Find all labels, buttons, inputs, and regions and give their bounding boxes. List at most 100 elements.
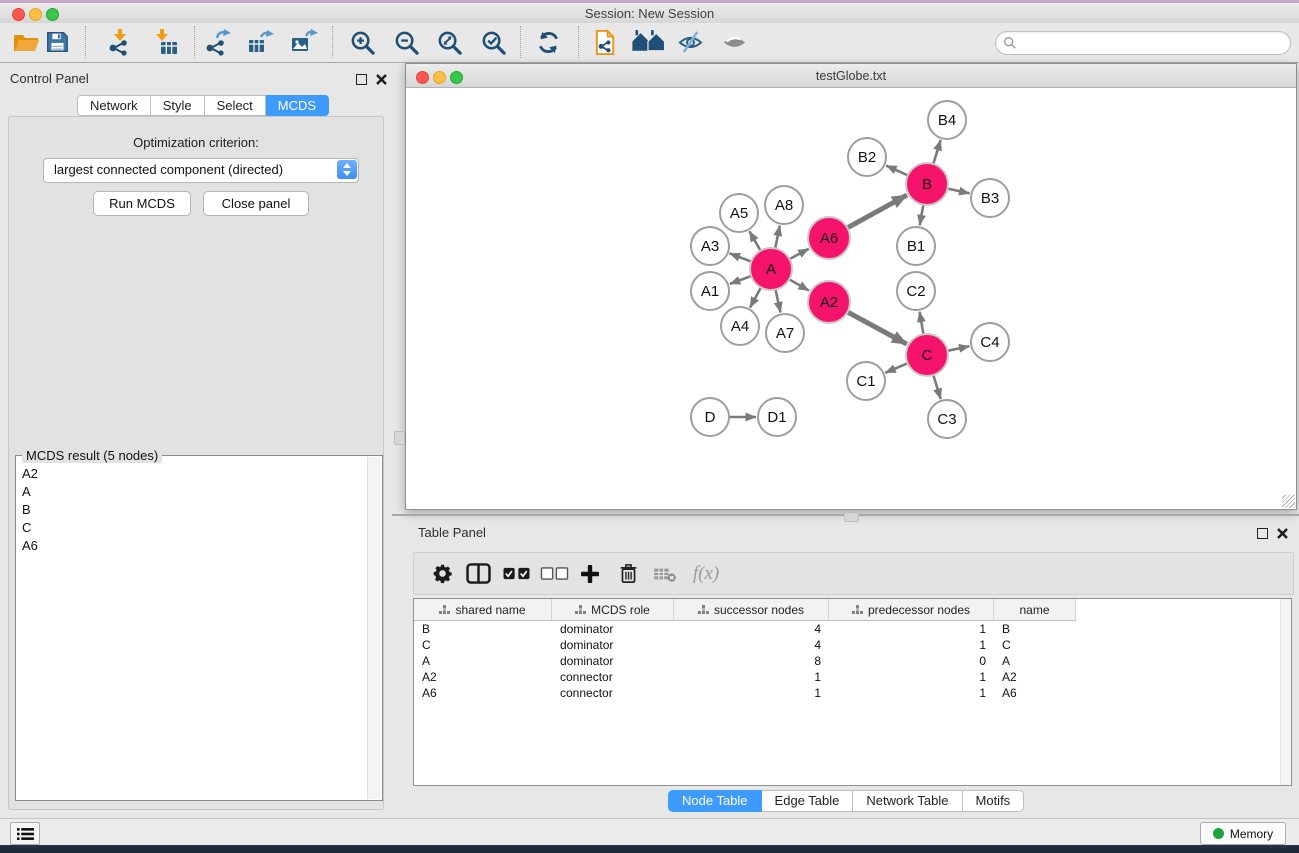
column-header-MCDS-role[interactable]: MCDS role xyxy=(552,599,674,621)
zoom-out-icon[interactable] xyxy=(390,25,422,59)
edge-A-A7[interactable] xyxy=(775,288,780,313)
show-all-icon[interactable] xyxy=(718,25,750,59)
edge-B-B1[interactable] xyxy=(920,203,924,226)
table-cell[interactable]: 1 xyxy=(829,622,994,636)
network-canvas[interactable]: B4B2BB3A8A5A6A3B1AA1C2A2A4A7C4CC1DD1C3 xyxy=(406,88,1296,509)
table-cell[interactable]: connector xyxy=(552,670,674,684)
edge-C-C1[interactable] xyxy=(885,362,909,372)
graph-node-C1[interactable]: C1 xyxy=(847,362,885,400)
graph-node-A7[interactable]: A7 xyxy=(766,314,804,352)
table-row[interactable]: Adominator80A xyxy=(414,653,1291,669)
import-table-icon[interactable] xyxy=(150,25,182,59)
memory-button[interactable]: Memory xyxy=(1200,822,1286,845)
graph-node-B1[interactable]: B1 xyxy=(897,227,935,265)
graph-node-A[interactable]: A xyxy=(750,248,792,290)
first-neighbors-icon[interactable] xyxy=(629,25,669,59)
graph-node-A6[interactable]: A6 xyxy=(808,217,850,259)
table-cell[interactable]: C xyxy=(414,638,552,652)
table-cell[interactable]: C xyxy=(994,638,1076,652)
column-header-successor-nodes[interactable]: successor nodes xyxy=(674,599,829,621)
graph-node-C[interactable]: C xyxy=(906,334,948,376)
graph-node-A1[interactable]: A1 xyxy=(691,272,729,310)
edge-B-B4[interactable] xyxy=(933,140,941,166)
tab-style[interactable]: Style xyxy=(151,95,205,116)
edge-C-C2[interactable] xyxy=(920,312,924,337)
edge-A-A5[interactable] xyxy=(749,231,761,252)
table-close-icon[interactable] xyxy=(1277,526,1289,538)
float-panel-icon[interactable] xyxy=(356,72,368,84)
table-cell[interactable]: 8 xyxy=(674,654,829,668)
export-network-icon[interactable] xyxy=(202,25,234,59)
tab-network[interactable]: Network xyxy=(77,95,151,116)
export-table-icon[interactable] xyxy=(245,25,277,59)
table-cell[interactable]: dominator xyxy=(552,638,674,652)
edge-A-A4[interactable] xyxy=(750,286,762,308)
column-header-predecessor-nodes[interactable]: predecessor nodes xyxy=(829,599,994,621)
graph-node-D1[interactable]: D1 xyxy=(758,398,796,436)
table-cell[interactable]: 1 xyxy=(674,670,829,684)
refresh-layout-icon[interactable] xyxy=(532,25,564,59)
table-cell[interactable]: A2 xyxy=(994,670,1076,684)
table-cell[interactable]: 1 xyxy=(674,686,829,700)
table-row[interactable]: Bdominator41B xyxy=(414,621,1291,637)
table-cell[interactable]: A xyxy=(414,654,552,668)
result-scrollbar[interactable] xyxy=(367,457,381,799)
table-row[interactable]: A6connector11A6 xyxy=(414,685,1291,701)
table-cell[interactable]: A xyxy=(994,654,1076,668)
table-cell[interactable]: 1 xyxy=(829,670,994,684)
run-mcds-button[interactable]: Run MCDS xyxy=(93,191,191,216)
tab-network-table[interactable]: Network Table xyxy=(853,790,962,812)
table-settings-gear-icon[interactable] xyxy=(428,553,456,594)
table-cell[interactable]: 1 xyxy=(829,638,994,652)
table-scrollbar[interactable] xyxy=(1280,599,1291,785)
zoom-fit-icon[interactable] xyxy=(433,25,465,59)
graph-node-D[interactable]: D xyxy=(691,398,729,436)
graph-node-A2[interactable]: A2 xyxy=(808,281,850,323)
hide-selected-icon[interactable] xyxy=(674,25,706,59)
save-session-icon[interactable] xyxy=(41,25,73,59)
edge-A-A3[interactable] xyxy=(730,253,754,262)
edge-B-B3[interactable] xyxy=(946,188,970,193)
function-builder-icon[interactable]: f(x) xyxy=(686,553,726,594)
table-cell[interactable]: 1 xyxy=(829,686,994,700)
deselect-all-icon[interactable] xyxy=(537,553,571,594)
graph-node-A3[interactable]: A3 xyxy=(691,227,729,265)
graph-node-C2[interactable]: C2 xyxy=(897,272,935,310)
graph-node-C4[interactable]: C4 xyxy=(971,323,1009,361)
table-row[interactable]: Cdominator41C xyxy=(414,637,1291,653)
graph-node-A5[interactable]: A5 xyxy=(720,194,758,232)
edge-A-A6[interactable] xyxy=(788,249,809,260)
table-cell[interactable]: 4 xyxy=(674,638,829,652)
import-network-icon[interactable] xyxy=(104,25,136,59)
result-item[interactable]: B xyxy=(17,500,368,518)
select-all-icon[interactable] xyxy=(499,553,533,594)
column-header-name[interactable]: name xyxy=(994,599,1076,621)
edge-C-C3[interactable] xyxy=(933,373,941,399)
edge-A-A8[interactable] xyxy=(775,226,780,251)
table-cell[interactable]: connector xyxy=(552,686,674,700)
open-session-icon[interactable] xyxy=(10,25,42,59)
edge-A-A2[interactable] xyxy=(788,278,810,290)
graph-node-B[interactable]: B xyxy=(906,163,948,205)
panel-splitter-grip[interactable] xyxy=(394,431,405,445)
edge-B-B2[interactable] xyxy=(886,166,910,177)
table-cell[interactable]: A6 xyxy=(994,686,1076,700)
tab-motifs[interactable]: Motifs xyxy=(963,790,1025,812)
column-header-shared-name[interactable]: shared name xyxy=(414,599,552,621)
table-cell[interactable]: 0 xyxy=(829,654,994,668)
edge-A2-C[interactable] xyxy=(846,311,907,344)
delete-column-trash-icon[interactable] xyxy=(614,553,642,594)
graph-node-B3[interactable]: B3 xyxy=(971,179,1009,217)
close-panel-button[interactable]: Close panel xyxy=(203,191,309,216)
table-cell[interactable]: A2 xyxy=(414,670,552,684)
table-float-icon[interactable] xyxy=(1257,526,1269,538)
graph-node-B4[interactable]: B4 xyxy=(928,101,966,139)
table-cell[interactable]: dominator xyxy=(552,654,674,668)
table-cell[interactable]: A6 xyxy=(414,686,552,700)
delete-table-icon[interactable] xyxy=(649,553,681,594)
mcds-result-list[interactable]: A2ABCA6 xyxy=(17,464,368,799)
edge-A-A1[interactable] xyxy=(730,275,753,284)
result-item[interactable]: A xyxy=(17,482,368,500)
table-cell[interactable]: B xyxy=(414,622,552,636)
criterion-dropdown[interactable]: largest connected component (directed) xyxy=(43,158,359,183)
